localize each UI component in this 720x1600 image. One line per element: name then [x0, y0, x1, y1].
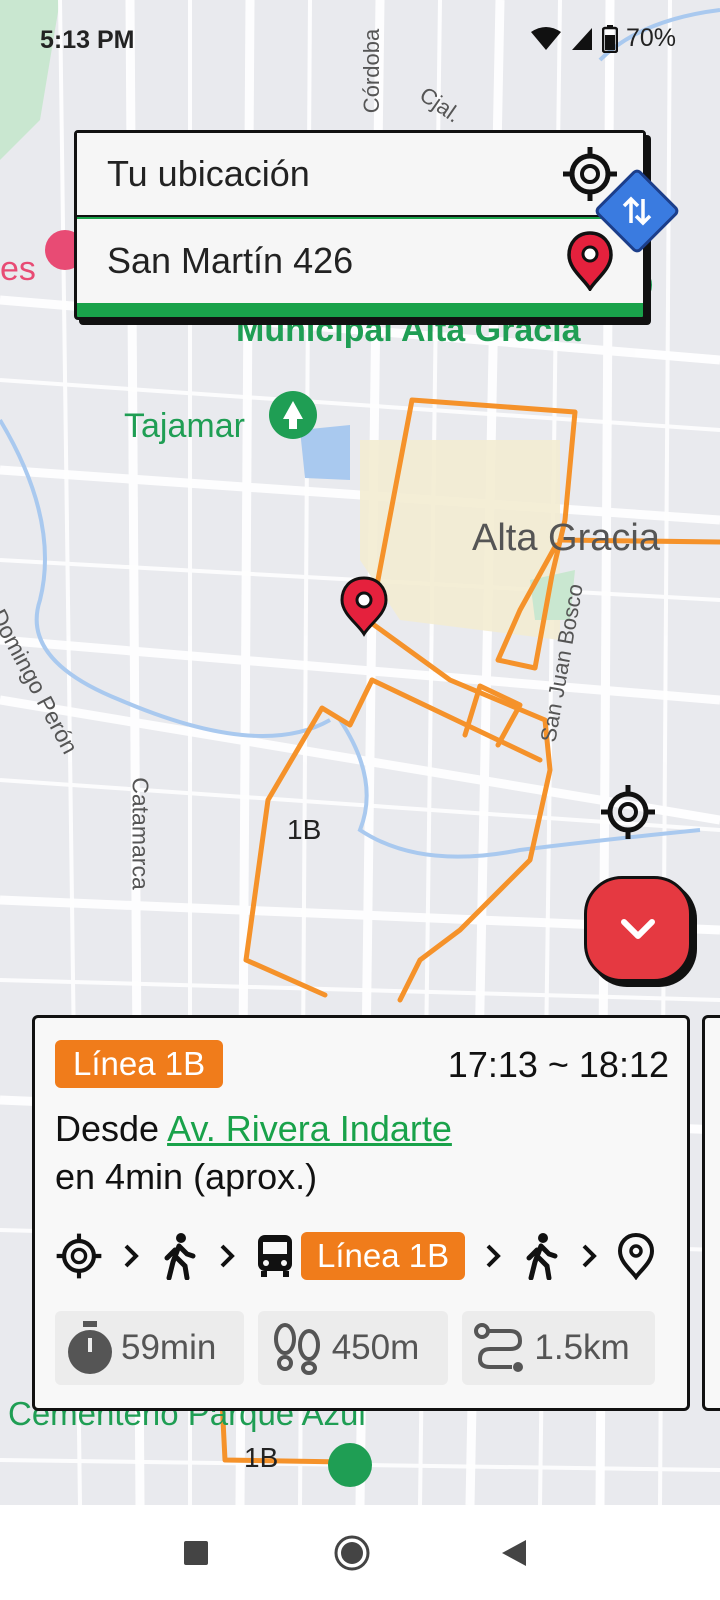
- eta-text: en 4min (aprox.): [55, 1156, 318, 1197]
- back-triangle-icon: [502, 1540, 526, 1566]
- duration-stat: 59min: [55, 1311, 244, 1385]
- crosshair-icon: [56, 1233, 102, 1279]
- navigation-bar: [0, 1505, 720, 1600]
- map-label-catamarca: Catamarca: [127, 777, 154, 890]
- walking-stat: 450m: [257, 1311, 449, 1385]
- home-button[interactable]: [332, 1533, 372, 1573]
- status-bar: 5:13 PM 70%: [0, 0, 720, 84]
- recents-button[interactable]: [176, 1533, 216, 1573]
- distance-stat: 1.5km: [462, 1311, 655, 1385]
- boarding-stop: Desde Av. Rivera Indarte: [55, 1108, 452, 1150]
- step-line-badge: Línea 1B: [301, 1232, 466, 1280]
- collapse-button[interactable]: [584, 876, 692, 982]
- origin-field[interactable]: Tu ubicación: [77, 133, 643, 217]
- pin-outline-icon: [618, 1232, 655, 1280]
- destination-text: San Martín 426: [107, 240, 354, 281]
- my-location-button[interactable]: [596, 780, 660, 844]
- map-label-alta-gracia: Alta Gracia: [472, 517, 660, 559]
- chevron-down-icon: [621, 919, 655, 939]
- map-label-route-1b: 1B: [287, 814, 322, 845]
- battery-icon: [601, 24, 618, 53]
- route-option-card[interactable]: Línea 1B 17:13 ~ 18:12 Desde Av. Rivera …: [32, 1015, 690, 1411]
- swap-icon: [622, 196, 652, 226]
- signal-icon: [571, 27, 592, 50]
- wifi-icon: [530, 26, 561, 50]
- status-time: 5:13 PM: [40, 26, 135, 54]
- destination-field[interactable]: San Martín 426: [77, 219, 643, 303]
- map-label-es: es: [0, 250, 36, 288]
- route-icon: [474, 1323, 524, 1372]
- chevron-right-icon: [207, 1236, 247, 1276]
- bus-icon: [258, 1235, 292, 1277]
- map-label-route-1b-bottom: 1B: [244, 1442, 279, 1473]
- footprints-icon: [273, 1323, 320, 1375]
- line-badge: Línea 1B: [55, 1040, 224, 1088]
- origin-text: Tu ubicación: [107, 153, 310, 194]
- back-button[interactable]: [494, 1533, 534, 1573]
- home-circle-icon: [334, 1535, 370, 1571]
- desde-prefix: Desde: [55, 1108, 168, 1149]
- map-label-tajamar: Tajamar: [124, 407, 245, 445]
- stop-link[interactable]: Av. Rivera Indarte: [167, 1108, 452, 1149]
- walk-icon: [526, 1233, 558, 1280]
- route-steps: Línea 1B: [55, 1226, 655, 1286]
- route-search-card: Tu ubicación San Martín 426: [74, 130, 646, 320]
- crosshair-icon: [601, 785, 655, 839]
- walking-value: 450m: [331, 1328, 420, 1367]
- walk-icon: [164, 1233, 196, 1280]
- chevron-right-icon: [569, 1236, 609, 1276]
- pin-icon: [555, 226, 625, 296]
- battery-percent: 70%: [625, 24, 676, 52]
- square-icon: [184, 1541, 208, 1565]
- duration-value: 59min: [121, 1328, 217, 1367]
- distance-value: 1.5km: [534, 1328, 630, 1367]
- time-range: 17:13 ~ 18:12: [447, 1044, 669, 1085]
- stopwatch-icon: [68, 1321, 112, 1374]
- next-route-card[interactable]: [702, 1015, 720, 1411]
- chevron-right-icon: [111, 1236, 151, 1276]
- status-icons: 70%: [530, 24, 676, 53]
- route-stats: 59min 450m 1.5km: [55, 1311, 655, 1385]
- chevron-right-icon: [473, 1236, 513, 1276]
